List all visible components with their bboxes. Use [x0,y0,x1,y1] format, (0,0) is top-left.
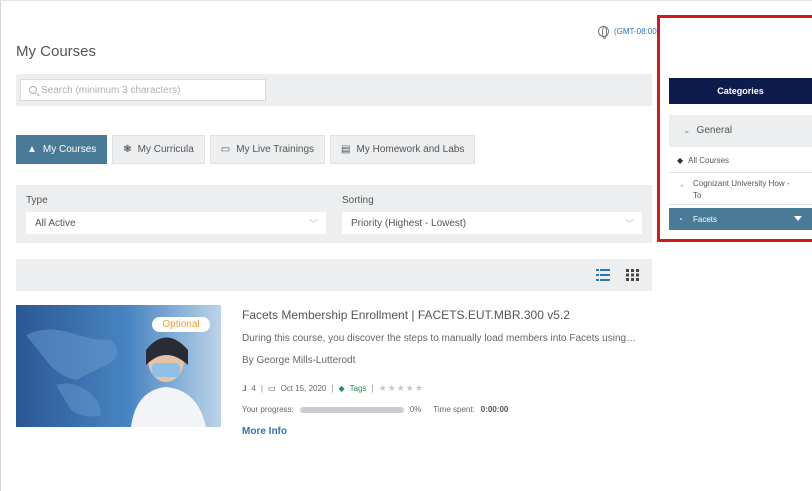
page-title: My Courses [16,43,97,60]
sorting-label: Sorting [342,195,374,206]
sidebar-item-label-cont: To [693,191,702,200]
tab-label: My Homework and Labs [356,144,465,155]
view-toggle-bar [16,259,652,291]
course-progress: Your progress: 0% Time spent: 0:00:00 [242,405,508,414]
search-bar [16,74,652,106]
tag-icon: ◆ [338,384,345,393]
course-description: During this course, you discover the ste… [242,333,637,344]
sidebar-item-label: All Courses [688,156,730,165]
divider [669,172,812,173]
globe-icon [598,26,609,39]
progress-percent: 0% [409,405,422,414]
calendar-icon: ▭ [220,144,231,155]
categories-button[interactable]: Categories [669,78,812,104]
general-label: General [696,125,733,136]
grid-view-icon[interactable] [626,269,639,281]
course-date: Oct 15, 2020 [280,384,327,393]
categories-sidebar: Categories ⌄ General ◆ All Courses • Cog… [657,15,812,242]
caret-down-icon[interactable] [794,216,802,221]
curricula-icon: ❃ [123,144,132,155]
tab-my-curricula[interactable]: ❃ My Curricula [112,135,205,164]
course-meta: ⅃ 4 | ▭ Oct 15, 2020 | ◆ Tags | ★★★★★ [242,383,424,394]
sidebar-item-label: Facets [693,214,718,224]
cap-icon: ▲ [27,144,37,155]
type-value: All Active [35,217,76,229]
more-info-link[interactable]: More Info [242,426,287,437]
course-tabs: ▲ My Courses ❃ My Curricula ▭ My Live Tr… [16,135,476,164]
chevron-down-icon: ﹀ [624,219,634,229]
course-title[interactable]: Facets Membership Enrollment | FACETS.EU… [242,308,570,322]
list-view-icon[interactable] [596,269,610,281]
sorting-select[interactable]: Priority (Highest - Lowest) ﹀ [342,212,642,234]
type-select[interactable]: All Active ﹀ [26,212,326,234]
rating-stars[interactable]: ★★★★★ [379,383,424,394]
calendar-icon: ▭ [268,384,276,393]
search-box[interactable] [20,79,266,101]
tags-link[interactable]: Tags [350,384,367,393]
search-input[interactable] [41,84,251,96]
tab-my-courses[interactable]: ▲ My Courses [16,135,108,164]
meta-separator: | [371,384,374,393]
sidebar-item-all-courses[interactable]: ◆ All Courses [677,156,729,165]
homework-icon: ▤ [341,144,351,155]
optional-badge: Optional [152,317,210,332]
progress-bar [299,406,404,413]
sidebar-item-label: Cognizant University How - [693,179,790,188]
progress-label: Your progress: [242,405,294,414]
sidebar-item-facets[interactable]: Facets [669,208,812,230]
tab-my-homework-and-labs[interactable]: ▤ My Homework and Labs [330,135,476,164]
bullet-icon: • [681,184,684,190]
meta-separator: | [260,384,263,393]
tab-label: My Curricula [137,144,194,155]
sorting-value: Priority (Highest - Lowest) [351,217,467,229]
general-category-header[interactable]: ⌄ General [669,115,812,147]
chevron-down-icon: ⌄ [683,125,691,135]
type-label: Type [26,195,48,206]
sidebar-item-cognizant-how-to[interactable]: • Cognizant University How - To [681,178,789,202]
time-spent-value: 0:00:00 [480,405,509,414]
filter-bar: Type All Active ﹀ Sorting Priority (High… [16,185,652,243]
course-author: By George Mills-Lutterodt [242,355,356,366]
lessons-count: 4 [251,384,256,393]
divider [669,204,812,205]
tab-label: My Live Trainings [236,144,315,155]
meta-separator: | [331,384,334,393]
tab-label: My Courses [42,144,97,155]
chevron-down-icon: ﹀ [308,219,318,229]
lessons-icon: ⅃ [242,384,247,393]
tab-my-live-trainings[interactable]: ▭ My Live Trainings [209,135,326,164]
tag-icon: ◆ [677,156,684,165]
search-icon [29,86,37,94]
bullet-icon [680,218,682,220]
time-spent-label: Time spent: [433,405,475,414]
